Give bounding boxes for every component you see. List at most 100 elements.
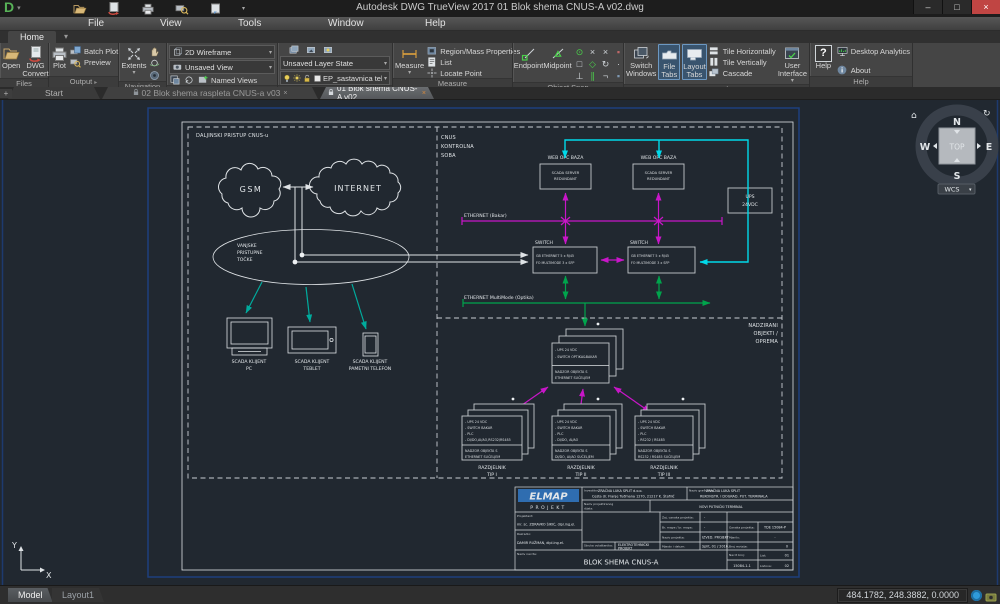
svg-text:REKONSTR. I DOGRAD. PUT. TERMI: REKONSTR. I DOGRAD. PUT. TERMINALA bbox=[700, 495, 768, 499]
midpoint-icon bbox=[550, 45, 566, 62]
view-combo-dropdown[interactable]: Unsaved View ▾ bbox=[169, 60, 275, 74]
tab-drawing-02[interactable]: 02 Blok shema raspleta CNUS-a v03 × bbox=[102, 87, 318, 99]
layout1-tab[interactable]: Layout1 bbox=[52, 588, 104, 602]
user-interface-button[interactable]: User Interface ▾ bbox=[778, 44, 807, 84]
locate-point-button[interactable]: Locate Point bbox=[426, 68, 520, 78]
open-button[interactable]: Open bbox=[2, 44, 20, 70]
svg-text:-: - bbox=[774, 536, 776, 540]
new-tab-button[interactable]: + bbox=[0, 89, 12, 98]
hardware-acceleration-icon[interactable] bbox=[971, 590, 982, 601]
layer-isolate-icon[interactable] bbox=[322, 45, 333, 56]
extents-caret-icon: ▾ bbox=[132, 70, 135, 76]
menu-help[interactable]: Help bbox=[425, 18, 446, 29]
visual-style-dropdown[interactable]: 2D Wireframe ▾ bbox=[169, 45, 275, 59]
help-button[interactable]: ? Help bbox=[812, 44, 835, 70]
ribbon-options-icon[interactable]: ▾ bbox=[64, 31, 68, 43]
snap-parallel-icon[interactable]: ∥ bbox=[586, 70, 599, 82]
maximize-button[interactable]: □ bbox=[942, 0, 971, 14]
named-views-label: Named Views bbox=[211, 76, 257, 85]
svg-text:02: 02 bbox=[785, 564, 789, 568]
plot-button[interactable]: Plot bbox=[51, 44, 68, 70]
steering-wheel-icon[interactable] bbox=[149, 70, 160, 81]
svg-text:- PLC: - PLC bbox=[465, 432, 474, 436]
viewcube[interactable]: ⌂ ↻ TOP N S E W WCS ▾ bbox=[911, 109, 993, 194]
switch-windows-button[interactable]: Switch Windows bbox=[626, 44, 656, 78]
orbit-icon[interactable] bbox=[149, 58, 160, 69]
layer-state-value: Unsaved Layer State bbox=[283, 59, 382, 68]
cascade-button[interactable]: Cascade bbox=[709, 68, 776, 78]
zoom-extents-button[interactable]: Extents ▾ bbox=[121, 44, 147, 76]
svg-text:SCADA KLIJENT: SCADA KLIJENT bbox=[353, 359, 388, 365]
menu-file[interactable]: File bbox=[88, 18, 104, 29]
minimize-button[interactable]: – bbox=[913, 0, 942, 14]
menu-view[interactable]: View bbox=[160, 18, 182, 29]
viewcube-arrow-e[interactable] bbox=[977, 143, 981, 149]
snap-intersection-icon[interactable]: × bbox=[599, 46, 612, 58]
preview-label: Preview bbox=[84, 58, 111, 67]
list-button[interactable]: List bbox=[426, 57, 520, 67]
close-tab-icon[interactable]: × bbox=[422, 90, 426, 97]
desktop-analytics-button[interactable]: Desktop Analytics bbox=[837, 46, 910, 56]
svg-text:NADZOR OBJEKTA S: NADZOR OBJEKTA S bbox=[555, 449, 587, 453]
cascade-icon bbox=[709, 68, 720, 79]
menu-window[interactable]: Window bbox=[328, 18, 364, 29]
region-mass-button[interactable]: Region/Mass Properties bbox=[426, 46, 520, 56]
layer-dropdown[interactable]: EP_sastavnica teks ▾ bbox=[280, 71, 390, 85]
desktop-analytics-label: Desktop Analytics bbox=[851, 47, 910, 56]
snap-nearest-icon[interactable]: ↻ bbox=[599, 58, 612, 70]
viewcube-rotate-icon[interactable]: ↻ bbox=[983, 109, 991, 119]
window-controls: – □ × bbox=[913, 0, 1000, 14]
svg-text:Struka ovlaštenika:: Struka ovlaštenika: bbox=[584, 544, 613, 548]
svg-text:SCADA SERVER: SCADA SERVER bbox=[645, 171, 673, 175]
dialog-launcher-icon[interactable]: ▸ bbox=[94, 80, 97, 86]
svg-text:Naziv nacrta:: Naziv nacrta: bbox=[517, 552, 537, 556]
midpoint-button[interactable]: Midpoint bbox=[544, 44, 571, 70]
snap-center-icon[interactable]: ⊙ bbox=[573, 46, 586, 58]
file-tabs-button[interactable]: File Tabs bbox=[658, 44, 680, 80]
menu-tools[interactable]: Tools bbox=[238, 18, 261, 29]
svg-text:- SWITCH BAKAR: - SWITCH BAKAR bbox=[465, 426, 493, 430]
close-tab-icon[interactable]: × bbox=[283, 90, 287, 97]
snap-perpendicular-icon[interactable]: ⊥ bbox=[573, 70, 586, 82]
layer-prev-icon[interactable] bbox=[305, 45, 316, 56]
list-label: List bbox=[440, 58, 452, 67]
tile-vertically-button[interactable]: Tile Vertically bbox=[709, 57, 776, 67]
batch-plot-button[interactable]: Batch Plot bbox=[70, 46, 118, 56]
drawing-canvas[interactable]: .w{stroke:#dfe3e6;fill:none;stroke-width… bbox=[0, 100, 1000, 585]
layout-tabs-button[interactable]: Layout Tabs bbox=[682, 44, 707, 80]
svg-text:N: N bbox=[953, 117, 961, 128]
preview-button[interactable]: Preview bbox=[70, 57, 118, 67]
dwg-convert-button[interactable]: DWG Convert bbox=[22, 44, 48, 78]
dwg-convert-icon bbox=[28, 45, 43, 62]
tab-drawing-01-active[interactable]: 01 Blok shema CNUS-A v02 × bbox=[320, 87, 434, 99]
tab-home[interactable]: Home bbox=[8, 31, 56, 43]
snap-node-icon[interactable]: × bbox=[586, 46, 599, 58]
layer-states-icon[interactable] bbox=[288, 45, 299, 56]
access-points-ellipse: VANJSKE PRISTUPNE TOČKE bbox=[213, 230, 409, 285]
viewcube-arrow-w[interactable] bbox=[933, 143, 937, 149]
pan-icon[interactable] bbox=[149, 46, 160, 57]
close-button[interactable]: × bbox=[971, 0, 1000, 14]
model-tab[interactable]: Model bbox=[8, 588, 53, 602]
model-space[interactable]: .w{stroke:#dfe3e6;fill:none;stroke-width… bbox=[0, 100, 1000, 585]
snap-quadrant-icon[interactable]: ◇ bbox=[586, 58, 599, 70]
measure-button[interactable]: Measure ▾ bbox=[395, 44, 424, 76]
viewcube-home-icon[interactable]: ⌂ bbox=[911, 111, 917, 121]
layer-thaw-sun-icon bbox=[293, 73, 301, 84]
layer-state-dropdown[interactable]: Unsaved Layer State ▾ bbox=[280, 56, 390, 70]
named-views-row[interactable]: Named Views bbox=[169, 75, 275, 85]
svg-text:NOVI PUTNIČKI TERMINAL: NOVI PUTNIČKI TERMINAL bbox=[699, 504, 743, 509]
snap-extension-icon[interactable]: □ bbox=[573, 58, 586, 70]
isolate-objects-icon[interactable] bbox=[985, 590, 997, 601]
snap-none-icon[interactable]: ¬ bbox=[599, 70, 612, 82]
ribbon-panels: Open DWG Convert Files Plot bbox=[0, 43, 1000, 87]
tile-horizontally-button[interactable]: Tile Horizontally bbox=[709, 46, 776, 56]
tab-start[interactable]: Start bbox=[8, 87, 100, 99]
locate-point-label: Locate Point bbox=[440, 69, 482, 78]
about-info-icon bbox=[837, 65, 848, 76]
svg-text:CNUS: CNUS bbox=[441, 135, 456, 141]
endpoint-icon bbox=[521, 45, 537, 62]
about-button[interactable]: About bbox=[837, 65, 910, 75]
endpoint-button[interactable]: Endpoint bbox=[515, 44, 542, 70]
svg-text:REDUNDANT: REDUNDANT bbox=[554, 177, 578, 181]
